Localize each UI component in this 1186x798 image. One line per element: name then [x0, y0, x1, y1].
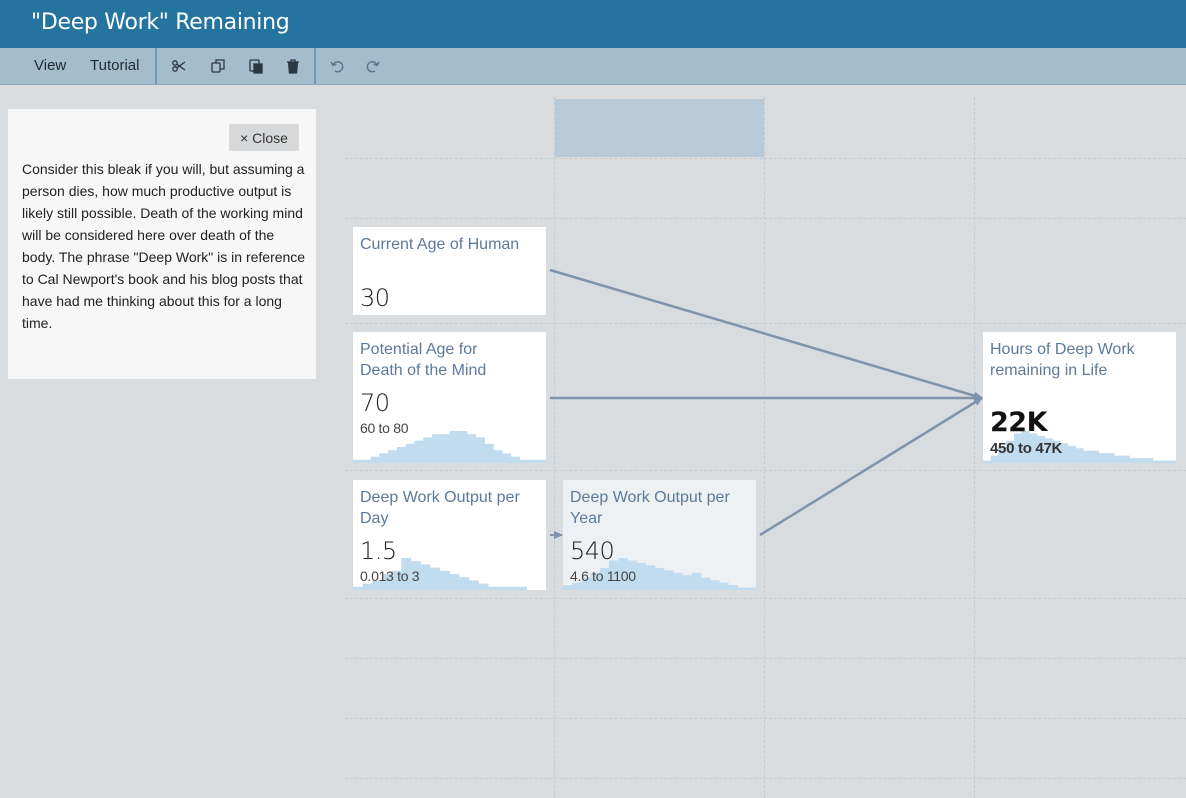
histogram-bar [405, 443, 415, 463]
histogram-bar [746, 587, 756, 590]
histogram-bar [563, 585, 573, 590]
node-title: Potential Age for Death of the Mind [360, 341, 487, 379]
node-current-age[interactable]: Current Age of Human 30 [353, 227, 546, 315]
histogram-bar [983, 460, 992, 463]
node-value: 1.5 [360, 537, 397, 565]
histogram-bar [388, 450, 398, 463]
node-value: 70 [360, 389, 390, 417]
node-output-day[interactable]: Deep Work Output per Day 1.5 0.013 to 3 [353, 480, 546, 590]
histogram-bar [449, 431, 459, 463]
histogram-bar [459, 577, 470, 590]
histogram-bar [1067, 445, 1076, 463]
histogram-bar [468, 580, 479, 590]
arrow-age-to-result [549, 268, 983, 400]
histogram-bar [414, 440, 424, 463]
histogram-bar [517, 586, 527, 590]
histogram-bar [1152, 460, 1161, 463]
histogram-bar [361, 459, 371, 463]
node-title: Current Age of Human [360, 236, 520, 253]
histogram-bar [682, 575, 692, 590]
histogram-bar [673, 572, 683, 590]
histogram-bar [379, 453, 389, 463]
histogram-bar [1160, 460, 1169, 463]
histogram-bar [1121, 455, 1130, 463]
histogram-bar [1098, 453, 1107, 463]
node-title: Hours of Deep Work remaining in Life [990, 341, 1135, 379]
histogram-bar [478, 583, 489, 590]
node-death-age[interactable]: Potential Age for Death of the Mind 70 6… [353, 332, 546, 463]
node-range: 4.6 to 1100 [570, 568, 636, 584]
histogram-bar [440, 434, 450, 463]
histogram-bar [1137, 458, 1146, 463]
histogram-bar [664, 570, 674, 590]
node-range: 60 to 80 [360, 420, 409, 436]
histogram-bar [700, 577, 711, 590]
histogram-bar [1106, 453, 1115, 463]
histogram-bar [430, 567, 441, 590]
histogram-bar [370, 456, 380, 463]
histogram-bar [353, 586, 363, 590]
histogram-bar [537, 459, 546, 463]
histogram-bar [493, 450, 503, 463]
histogram-bar [439, 570, 450, 590]
histogram-bar [728, 585, 738, 590]
histogram-bar [502, 453, 512, 463]
histogram-bar [1075, 448, 1084, 463]
histogram-bar [1168, 460, 1176, 463]
histogram-bar [497, 586, 508, 590]
histogram-bar [396, 447, 406, 463]
histogram-bar [362, 583, 373, 590]
histogram-bar [507, 586, 518, 590]
node-value: 30 [360, 284, 390, 312]
node-range: 0.013 to 3 [360, 568, 420, 584]
histogram-bar [449, 574, 460, 590]
histogram-bar [737, 587, 748, 590]
histogram-bar [645, 565, 656, 590]
histogram-bar [719, 582, 729, 590]
node-result[interactable]: Hours of Deep Work remaining in Life 22K… [983, 332, 1176, 463]
node-title: Deep Work Output per Year [570, 489, 730, 527]
node-range: 450 to 47K [990, 440, 1063, 457]
histogram-bar [528, 459, 538, 463]
histogram-bar [467, 434, 477, 463]
histogram-bar [654, 567, 665, 590]
histogram-bar [475, 437, 485, 463]
histogram-bar [1114, 455, 1123, 463]
node-value: 22K [990, 407, 1048, 438]
histogram-bar [636, 562, 647, 590]
histogram-bar [420, 564, 431, 590]
histogram-bar [353, 459, 363, 463]
histogram-bar [423, 437, 433, 463]
histogram-bar [1145, 458, 1154, 463]
histogram-bar [710, 580, 720, 590]
arrow-year-to-result [759, 396, 983, 537]
histogram-bar [1083, 450, 1092, 463]
histogram-bar [510, 456, 520, 463]
histogram-bar [484, 443, 494, 463]
node-output-year[interactable]: Deep Work Output per Year 540 4.6 to 110… [563, 480, 756, 590]
node-title: Deep Work Output per Day [360, 489, 520, 527]
node-value: 540 [570, 537, 615, 565]
histogram-bar [1129, 458, 1138, 463]
histogram-bar [691, 572, 702, 590]
histogram-bar [488, 586, 499, 590]
histogram-bar [1091, 450, 1100, 463]
histogram-bar [431, 434, 442, 463]
histogram-bar [519, 459, 529, 463]
histogram-bar [458, 431, 468, 463]
